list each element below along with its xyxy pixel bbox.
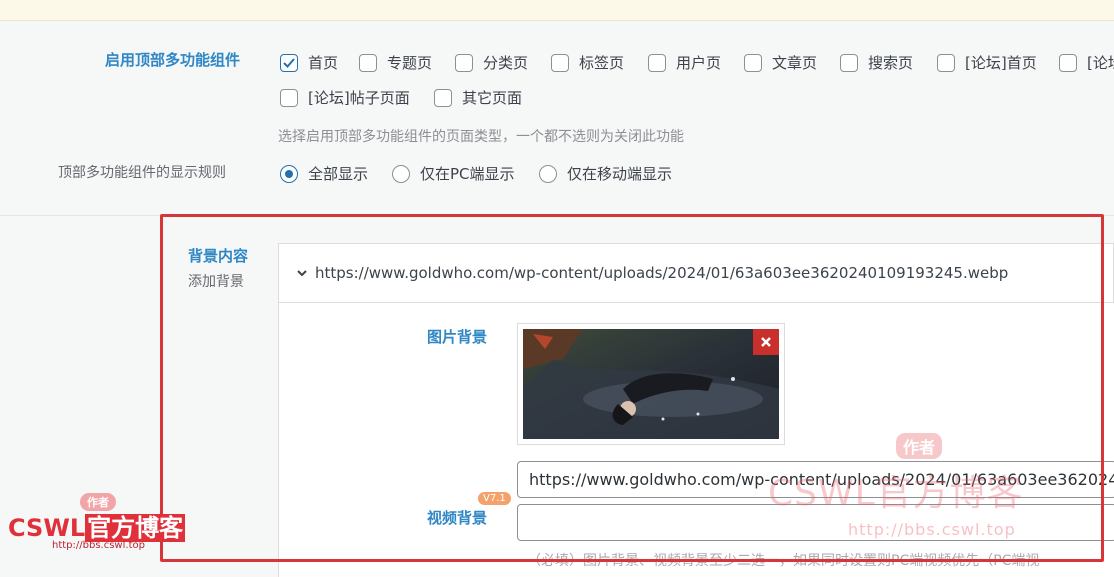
checkbox-label: 分类页 <box>483 54 529 72</box>
checkbox-box[interactable] <box>280 88 298 107</box>
checkbox-box[interactable] <box>551 53 569 72</box>
checkbox-box[interactable] <box>744 53 762 72</box>
checkbox-forum-post-page[interactable]: [论坛]帖子页面 <box>280 87 410 108</box>
checkbox-category-page[interactable]: 分类页 <box>455 52 528 73</box>
watermark-brand-highlight-large: 官方博客 <box>875 473 1024 514</box>
notice-bar <box>0 0 1114 21</box>
watermark-brand-plain: CSWL <box>8 514 86 542</box>
checkbox-user-page[interactable]: 用户页 <box>648 52 721 73</box>
checkbox-label: [论坛 <box>1087 54 1114 72</box>
checkbox-label: 搜索页 <box>868 54 914 72</box>
watermark-brand-plain-large: CSWL <box>768 473 876 514</box>
checkbox-box[interactable] <box>434 88 452 107</box>
checkbox-forum-cut[interactable]: [论坛 <box>1059 52 1114 73</box>
checkbox-label: 文章页 <box>772 54 818 72</box>
radio-label: 全部显示 <box>308 165 369 183</box>
checkbox-search-page[interactable]: 搜索页 <box>840 52 913 73</box>
enable-hint: 选择启用顶部多功能组件的页面类型，一个都不选则为关闭此功能 <box>278 129 684 145</box>
checkbox-box[interactable] <box>455 53 473 72</box>
radio-label: 仅在PC端显示 <box>420 165 515 183</box>
watermark-author-tag-large: 作者 <box>896 433 943 459</box>
checkbox-label: 首页 <box>308 54 339 72</box>
watermark-brand: CSWL官方博客 <box>8 508 186 543</box>
checkbox-box[interactable] <box>648 53 666 72</box>
checkbox-label: 其它页面 <box>462 89 523 107</box>
checkbox-article-page[interactable]: 文章页 <box>744 52 817 73</box>
radio-circle[interactable] <box>280 164 298 183</box>
watermark-brand-highlight: 官方博客 <box>85 514 186 542</box>
checkbox-homepage[interactable]: 首页 <box>280 52 338 73</box>
checkbox-tag-page[interactable]: 标签页 <box>551 52 624 73</box>
radio-show-all[interactable]: 全部显示 <box>280 163 368 184</box>
radio-circle[interactable] <box>392 164 410 183</box>
checkbox-box[interactable] <box>280 53 298 72</box>
radio-label: 仅在移动端显示 <box>567 165 673 183</box>
checkbox-label: [论坛]帖子页面 <box>308 89 410 107</box>
checkbox-forum-home[interactable]: [论坛]首页 <box>937 52 1037 73</box>
checkbox-box[interactable] <box>937 53 955 72</box>
display-rule-label: 顶部多功能组件的显示规则 <box>58 165 226 181</box>
checkbox-label: 专题页 <box>387 54 433 72</box>
radio-pc-only[interactable]: 仅在PC端显示 <box>392 163 515 184</box>
enable-label: 启用顶部多功能组件 <box>105 51 241 69</box>
watermark-url: http://bbs.cswl.top <box>52 540 145 551</box>
checkbox-topic-page[interactable]: 专题页 <box>359 52 432 73</box>
checkbox-label: 标签页 <box>579 54 625 72</box>
checkbox-box[interactable] <box>840 53 858 72</box>
checkbox-label: [论坛]首页 <box>965 54 1037 72</box>
checkbox-box[interactable] <box>1059 53 1077 72</box>
watermark-brand-large: CSWL官方博客 <box>768 464 1024 516</box>
checkbox-other-pages[interactable]: 其它页面 <box>434 87 522 108</box>
checkbox-label: 用户页 <box>676 54 722 72</box>
checkbox-box[interactable] <box>359 53 377 72</box>
radio-circle[interactable] <box>539 164 557 183</box>
radio-mobile-only[interactable]: 仅在移动端显示 <box>539 163 672 184</box>
watermark-url-large: http://bbs.cswl.top <box>848 520 1016 539</box>
